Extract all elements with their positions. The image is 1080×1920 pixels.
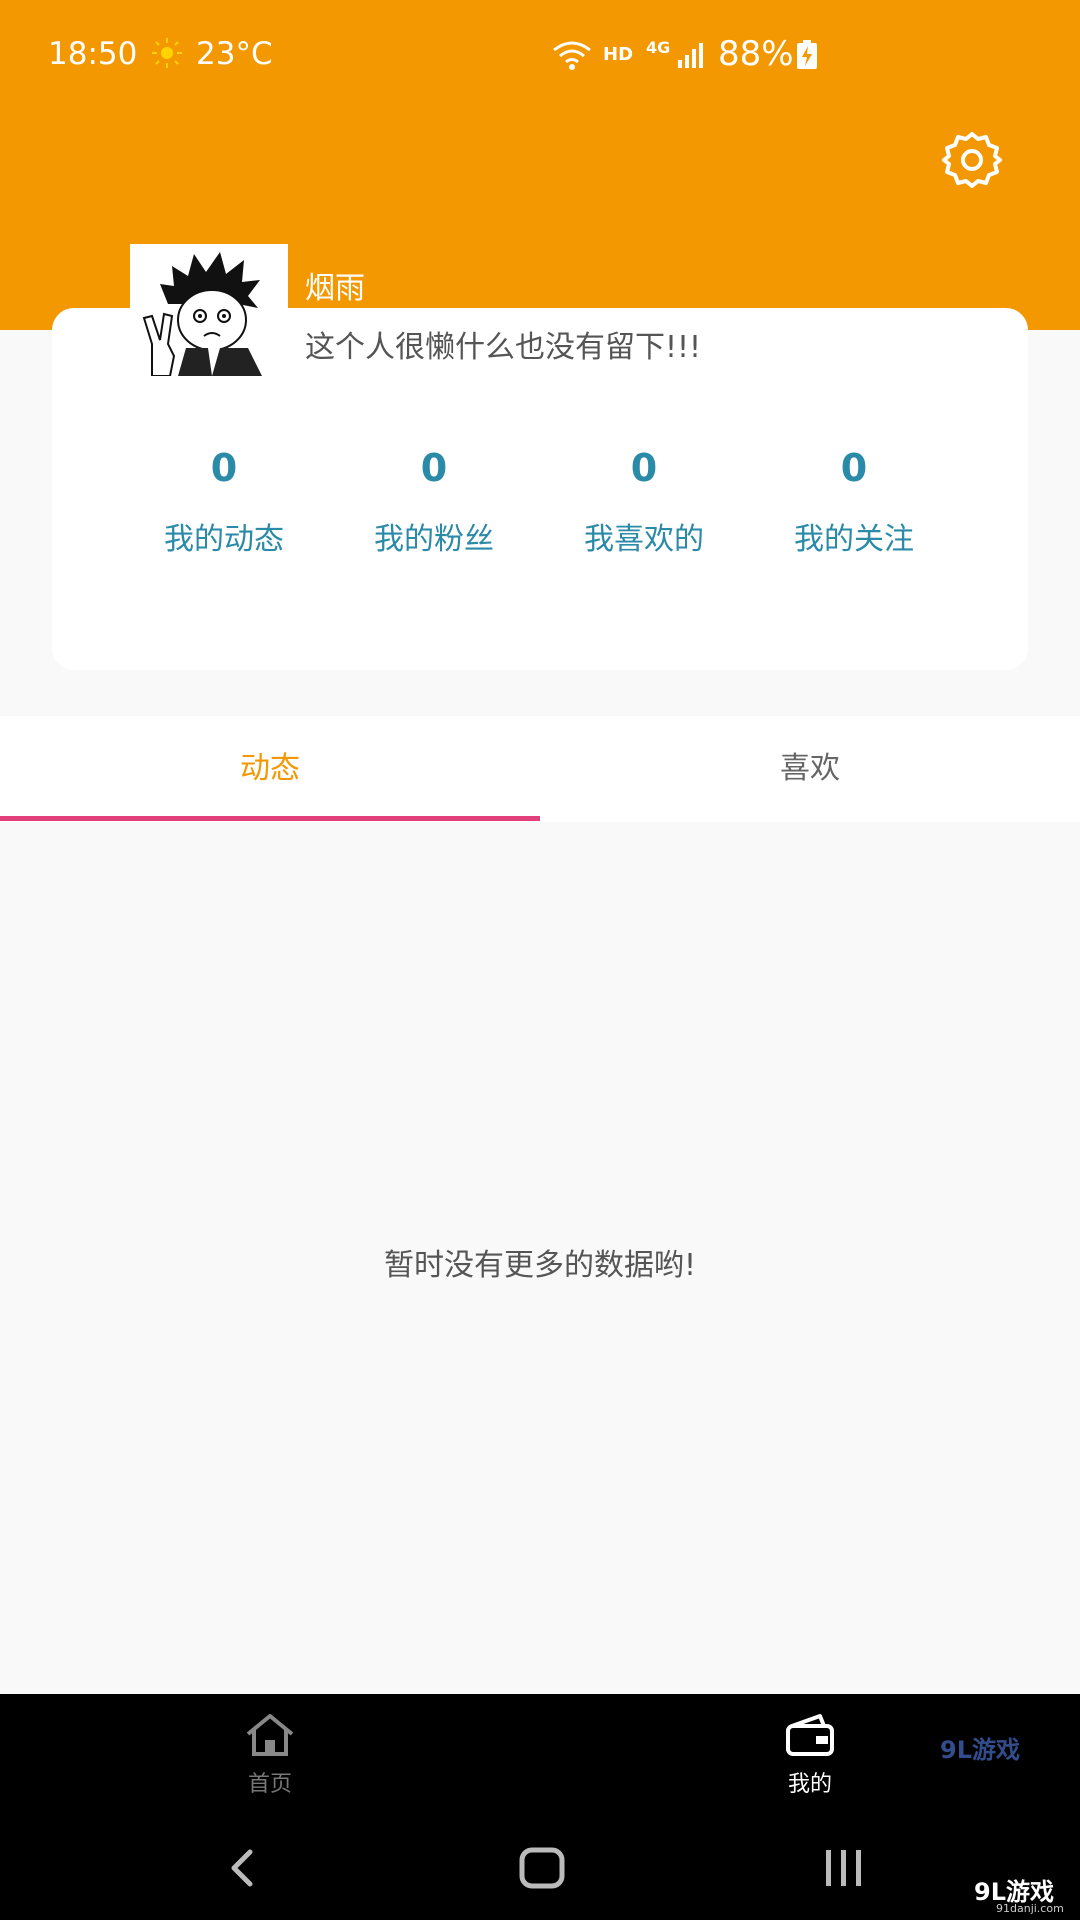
home-icon: [246, 1714, 294, 1756]
signal-icon: [678, 43, 703, 68]
nav-label: 我的: [787, 1772, 832, 1797]
stat-value: 0: [840, 446, 868, 490]
stat-my-fans[interactable]: 0 我的粉丝: [334, 446, 534, 558]
active-tab-indicator: [0, 816, 540, 821]
watermark-logo: 9L游戏: [940, 1736, 1020, 1764]
user-bio: 这个人很懒什么也没有留下!!!: [305, 330, 702, 365]
system-home-icon[interactable]: [518, 1846, 566, 1890]
stat-label: 我的粉丝: [374, 522, 494, 557]
hd-indicator: HD: [603, 44, 634, 65]
tab-likes[interactable]: 喜欢: [540, 716, 1080, 822]
wifi-icon: [553, 41, 591, 70]
bottom-navigation: [0, 1694, 1080, 1818]
avatar[interactable]: [130, 244, 288, 376]
wallet-icon: [786, 1714, 834, 1756]
user-name: 烟雨: [305, 271, 365, 306]
empty-state-message: 暂时没有更多的数据哟!: [383, 1248, 697, 1283]
weather-temperature: 23°C: [196, 36, 273, 72]
stat-my-likes[interactable]: 0 我喜欢的: [544, 446, 744, 558]
stat-value: 0: [420, 446, 448, 490]
back-icon[interactable]: [222, 1846, 262, 1890]
settings-gear-icon[interactable]: [942, 130, 1002, 190]
stat-my-following[interactable]: 0 我的关注: [754, 446, 954, 558]
recents-icon[interactable]: [820, 1848, 868, 1888]
stat-my-posts[interactable]: 0 我的动态: [124, 446, 324, 558]
stat-label: 我的关注: [794, 522, 914, 557]
stat-value: 0: [630, 446, 658, 490]
stat-label: 我喜欢的: [584, 522, 704, 557]
sun-icon: [152, 38, 182, 68]
battery-percentage: 88%: [718, 34, 794, 74]
stat-label: 我的动态: [164, 522, 284, 557]
nav-item-mine[interactable]: 我的: [720, 1712, 900, 1798]
content-tabs: 动态 喜欢: [0, 716, 1080, 822]
network-type: 4G: [646, 38, 671, 57]
battery-charging-icon: [797, 40, 817, 69]
nav-item-home[interactable]: 首页: [180, 1712, 360, 1798]
stat-value: 0: [210, 446, 238, 490]
tab-posts[interactable]: 动态: [0, 716, 540, 822]
watermark-url: 91danji.com: [996, 1902, 1064, 1915]
nav-label: 首页: [247, 1772, 292, 1797]
status-time: 18:50: [48, 36, 138, 72]
